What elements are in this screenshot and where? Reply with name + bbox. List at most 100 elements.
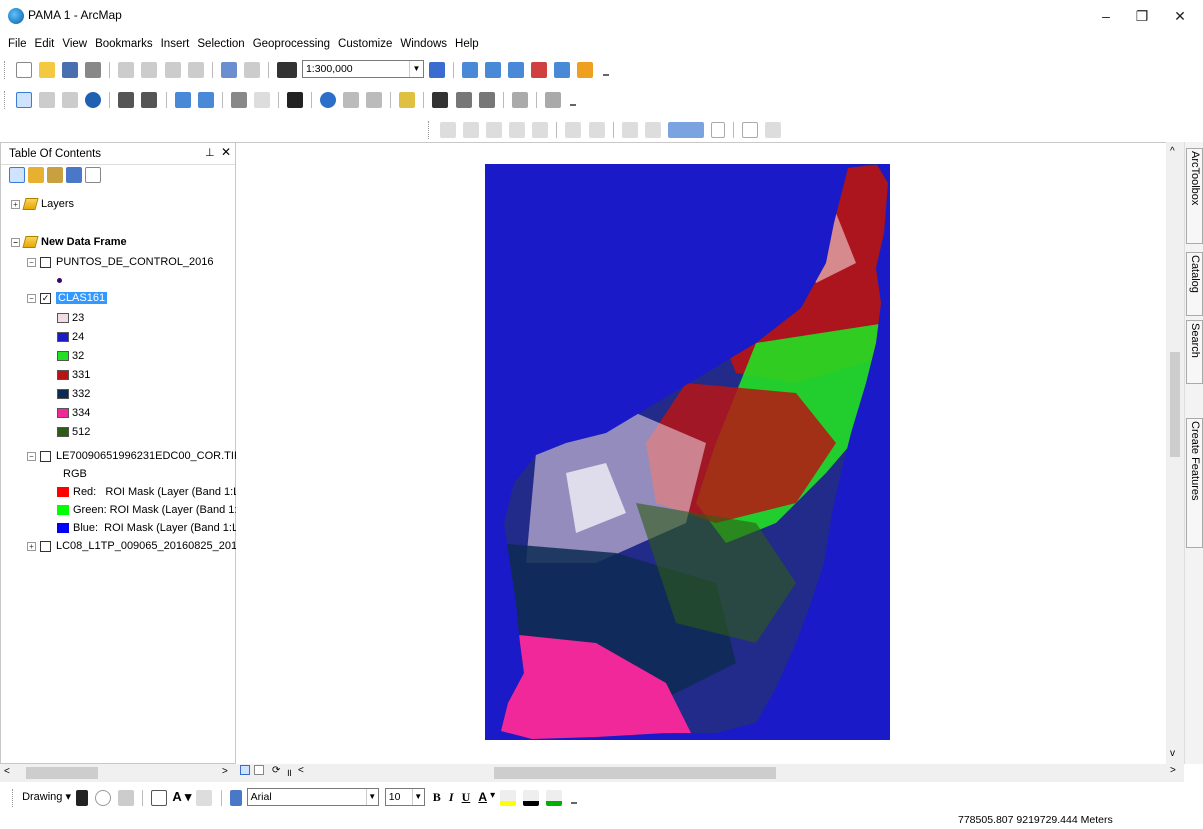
menu-bookmarks[interactable]: Bookmarks (95, 34, 153, 54)
list-by-selection-tab[interactable] (66, 167, 82, 183)
select-elements-icon[interactable] (76, 790, 89, 806)
editor-icon[interactable] (429, 62, 445, 78)
copy-icon[interactable] (141, 62, 158, 78)
back-extent-icon[interactable] (174, 92, 191, 108)
html-popup-icon[interactable] (366, 92, 383, 108)
class-legend-item[interactable]: 512 (57, 423, 90, 441)
toolbar-grip[interactable] (4, 91, 8, 109)
toc-close-button[interactable]: ✕ (221, 145, 231, 159)
menu-selection[interactable]: Selection (197, 34, 244, 54)
band-legend-item[interactable]: Red: ROI Mask (Layer (Band 1:LE (57, 483, 247, 501)
paste-icon[interactable] (164, 62, 181, 78)
scroll-down-icon[interactable]: v (1170, 748, 1175, 759)
zoom-in-icon[interactable] (16, 92, 33, 108)
new-document-icon[interactable] (16, 62, 33, 78)
toc-scroll-thumb[interactable] (26, 767, 98, 779)
rectangle-icon[interactable] (151, 790, 168, 806)
dock-tab-create-features[interactable]: Create Features (1186, 418, 1203, 548)
underline-button[interactable]: U (462, 790, 471, 805)
toc-data-frame-row[interactable]: − New Data Frame (11, 233, 127, 251)
bold-button[interactable]: B (433, 790, 441, 805)
menu-file[interactable]: File (8, 34, 27, 54)
python-window-icon[interactable] (554, 62, 571, 78)
layout-view-icon[interactable] (254, 765, 264, 775)
collapse-icon[interactable]: − (27, 257, 36, 267)
collapse-icon[interactable]: − (27, 293, 36, 303)
drawing-menu-button[interactable]: Drawing ▾ (22, 790, 71, 803)
zoom-out-icon[interactable] (39, 92, 56, 108)
layer-visibility-checkbox[interactable] (40, 450, 51, 462)
measure-icon[interactable] (399, 92, 416, 108)
font-size-dropdown[interactable]: 10 ▼ (384, 788, 425, 806)
map-display[interactable] (236, 142, 1184, 764)
class-legend-item[interactable]: 23 (57, 309, 84, 327)
scroll-left-icon[interactable]: < (298, 765, 304, 776)
layer-visibility-checkbox[interactable]: ✓ (40, 292, 51, 304)
toc-layers-row[interactable]: + Layers (11, 195, 74, 213)
font-name-dropdown[interactable]: Arial ▼ (246, 788, 379, 806)
menu-geoprocessing[interactable]: Geoprocessing (253, 34, 330, 54)
menu-edit[interactable]: Edit (35, 34, 55, 54)
map-scale-dropdown[interactable]: 1:300,000 ▼ (301, 60, 424, 78)
scroll-right-icon[interactable]: > (1170, 765, 1176, 776)
chevron-down-icon[interactable]: ▾ (490, 790, 495, 801)
class-swatch[interactable] (57, 351, 69, 362)
zoom-to-selected-icon[interactable] (118, 790, 135, 806)
hyperlink-icon[interactable] (343, 92, 360, 108)
toolbar-options-icon[interactable] (602, 70, 609, 76)
pan-icon[interactable] (62, 92, 79, 108)
forward-extent-icon[interactable] (197, 92, 214, 108)
scroll-up-icon[interactable]: ^ (1170, 146, 1175, 157)
menu-customize[interactable]: Customize (338, 34, 392, 54)
list-by-visibility-tab[interactable] (47, 167, 63, 183)
go-to-xy-icon[interactable] (478, 92, 495, 108)
toc-layer-clas161[interactable]: − ✓ CLAS161 (27, 289, 108, 307)
layer-visibility-checkbox[interactable] (40, 256, 51, 268)
search-window-icon[interactable] (508, 62, 525, 78)
open-folder-icon[interactable] (39, 62, 56, 78)
data-view-icon[interactable] (240, 765, 250, 775)
toolbar-options-icon[interactable] (571, 798, 578, 804)
class-legend-item[interactable]: 32 (57, 347, 84, 365)
select-features-icon[interactable] (230, 92, 247, 108)
map-vertical-scroll-thumb[interactable] (1170, 352, 1180, 457)
refresh-icon[interactable]: ⟳ (272, 765, 280, 776)
find-route-icon[interactable] (455, 92, 472, 108)
text-tool-icon[interactable]: A ▾ (172, 789, 191, 805)
menu-help[interactable]: Help (455, 34, 479, 54)
dock-tab-arctoolbox[interactable]: ArcToolbox (1186, 148, 1203, 244)
add-data-icon[interactable] (276, 62, 297, 78)
toc-layer-lc08[interactable]: + LC08_L1TP_009065_20160825_201703 (27, 537, 255, 555)
class-swatch[interactable] (57, 332, 69, 343)
toc-layer-tiff[interactable]: − LE70090651996231EDC00_COR.TIFF (27, 447, 247, 465)
delete-icon[interactable] (187, 62, 204, 78)
create-viewer-window-icon[interactable] (544, 92, 561, 108)
full-extent-icon[interactable] (85, 92, 102, 108)
time-slider-icon[interactable] (511, 92, 528, 108)
find-icon[interactable] (432, 92, 449, 108)
toolbar-grip[interactable] (428, 121, 432, 139)
marker-color-icon[interactable] (546, 790, 563, 806)
line-color-icon[interactable] (523, 790, 540, 806)
identify-icon[interactable] (320, 92, 337, 108)
expand-icon[interactable]: + (27, 541, 36, 551)
minimize-button[interactable]: – (1088, 4, 1124, 28)
arctoolbox-icon[interactable] (531, 62, 548, 78)
select-elements-icon[interactable] (286, 92, 303, 108)
toolbar-grip[interactable] (12, 789, 16, 807)
font-color-button[interactable]: A (478, 790, 487, 804)
close-button[interactable]: ✕ (1162, 4, 1198, 28)
expand-icon[interactable]: + (11, 199, 20, 209)
class-legend-item[interactable]: 332 (57, 385, 90, 403)
dock-tab-catalog[interactable]: Catalog (1186, 252, 1203, 316)
class-swatch[interactable] (57, 427, 69, 438)
table-of-contents-icon[interactable] (462, 62, 479, 78)
menu-insert[interactable]: Insert (161, 34, 190, 54)
pin-icon[interactable]: ⊥ (205, 146, 215, 159)
undo-icon[interactable] (220, 62, 237, 78)
pause-drawing-icon[interactable]: ॥ (286, 765, 292, 779)
fixed-zoom-in-icon[interactable] (118, 92, 135, 108)
print-icon[interactable] (85, 62, 102, 78)
clear-selection-icon[interactable] (253, 92, 270, 108)
italic-button[interactable]: I (449, 790, 454, 805)
